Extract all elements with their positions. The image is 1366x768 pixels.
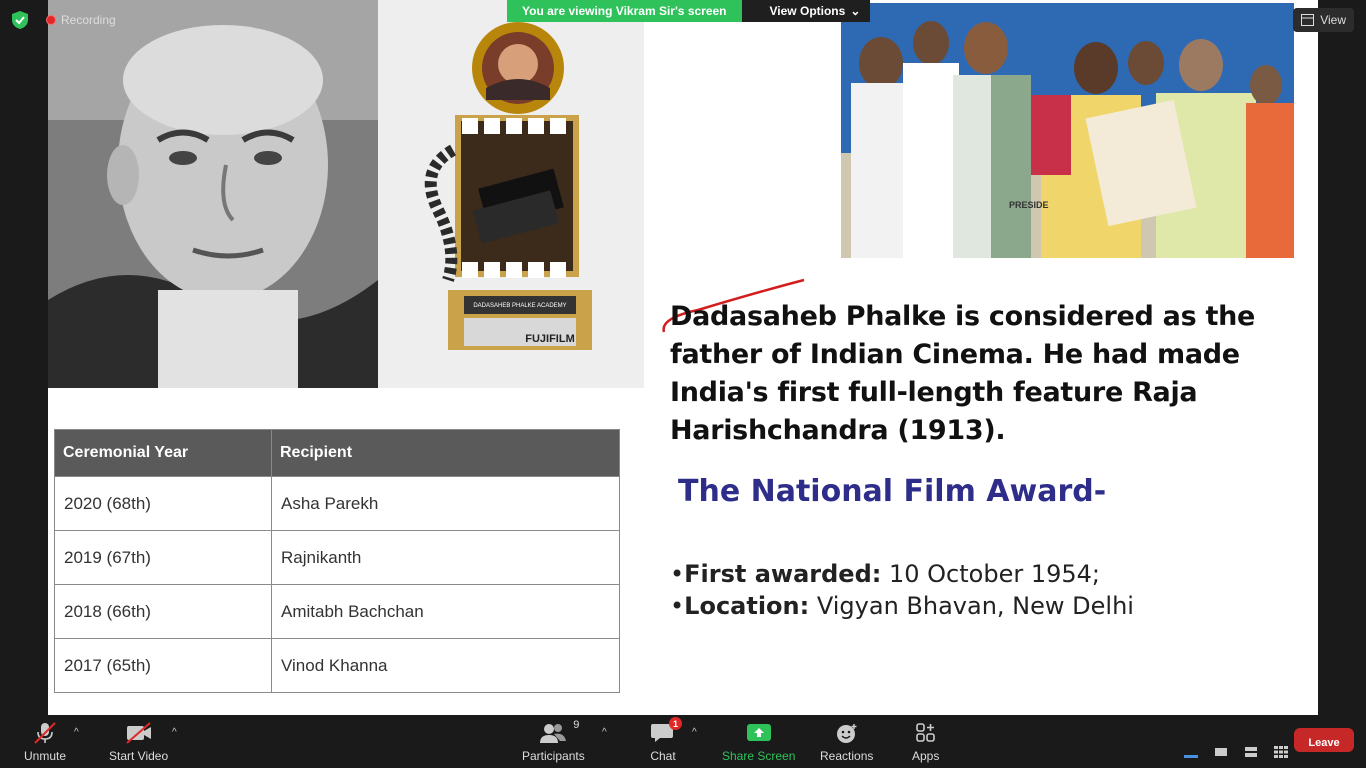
participants-icon: 9 xyxy=(539,719,579,745)
chat-unread-badge: 1 xyxy=(669,717,682,730)
award-facts: •First awarded: 10 October 1954; •Locati… xyxy=(670,558,1134,622)
cell-recipient: Rajnikanth xyxy=(271,530,620,585)
view-options-label: View Options xyxy=(769,4,846,18)
chat-button[interactable]: 1 Chat xyxy=(650,717,682,763)
fact-value: Vigyan Bhavan, New Delhi xyxy=(816,592,1134,620)
start-video-button[interactable]: Start Video xyxy=(109,721,168,763)
video-options-caret-icon[interactable]: ^ xyxy=(172,727,177,738)
chat-label: Chat xyxy=(650,749,676,763)
table-row: 2018 (66th) Amitabh Bachchan xyxy=(54,584,620,639)
recording-dot-icon xyxy=(46,15,56,25)
cell-recipient: Amitabh Bachchan xyxy=(271,584,620,639)
layout-switcher xyxy=(1184,746,1288,758)
table-row: 2020 (68th) Asha Parekh xyxy=(54,476,620,531)
intro-paragraph: Dadasaheb Phalke is considered as the fa… xyxy=(670,301,1256,446)
view-button[interactable]: View xyxy=(1293,8,1354,32)
leave-button[interactable]: Leave xyxy=(1294,728,1354,752)
table-row: 2019 (67th) Rajnikanth xyxy=(54,530,620,585)
cell-year: 2017 (65th) xyxy=(54,638,272,693)
ceremony-photo: PRESIDE xyxy=(841,3,1294,258)
split-layout-icon[interactable] xyxy=(1244,746,1258,758)
recipients-table: Ceremonial Year Recipient 2020 (68th) As… xyxy=(54,429,620,693)
viewing-banner: You are viewing Vikram Sir's screen View… xyxy=(507,0,871,22)
fact-first-awarded: •First awarded: 10 October 1954; xyxy=(670,560,1101,588)
unmute-label: Unmute xyxy=(24,749,67,763)
fact-label: First awarded: xyxy=(684,560,882,588)
speaker-layout-icon[interactable] xyxy=(1184,746,1198,758)
chat-icon: 1 xyxy=(650,717,682,745)
reactions-label: Reactions xyxy=(820,749,874,763)
gallery-layout-icon[interactable] xyxy=(1274,746,1288,758)
participants-caret-icon[interactable]: ^ xyxy=(602,727,607,738)
chat-caret-icon[interactable]: ^ xyxy=(692,727,697,738)
participants-label: Participants xyxy=(522,749,585,763)
cell-year: 2020 (68th) xyxy=(54,476,272,531)
table-header-row: Ceremonial Year Recipient xyxy=(54,429,620,477)
smiley-reaction-icon xyxy=(834,721,860,745)
single-layout-icon[interactable] xyxy=(1214,746,1228,758)
ceremony-sign-text: PRESIDE xyxy=(1009,200,1049,210)
cell-year: 2018 (66th) xyxy=(54,584,272,639)
grid-view-icon xyxy=(1301,14,1315,26)
unmute-button[interactable]: Unmute xyxy=(24,721,66,763)
recording-label: Recording xyxy=(61,13,116,27)
meeting-toolbar xyxy=(0,715,1366,768)
cell-year: 2019 (67th) xyxy=(54,530,272,585)
apps-button[interactable]: Apps xyxy=(912,721,939,763)
fact-location: •Location: Vigyan Bhavan, New Delhi xyxy=(670,592,1134,620)
cell-recipient: Vinod Khanna xyxy=(271,638,620,693)
viewing-text: You are viewing Vikram Sir's screen xyxy=(507,0,742,22)
security-shield-icon[interactable] xyxy=(10,10,30,30)
participants-count: 9 xyxy=(573,719,580,731)
video-off-icon xyxy=(124,721,154,745)
cell-recipient: Asha Parekh xyxy=(271,476,620,531)
audio-options-caret-icon[interactable]: ^ xyxy=(74,727,79,738)
table-row: 2017 (65th) Vinod Khanna xyxy=(54,638,620,693)
fact-label: Location: xyxy=(684,592,810,620)
share-screen-icon xyxy=(746,721,772,745)
fact-value: 10 October 1954; xyxy=(889,560,1101,588)
chevron-down-icon: ⌄ xyxy=(850,4,861,18)
column-header-year: Ceremonial Year xyxy=(54,429,272,477)
recording-indicator[interactable]: Recording xyxy=(46,12,116,28)
view-options-button[interactable]: View Options ⌄ xyxy=(741,0,871,22)
award-title: The National Film Award- xyxy=(678,474,1107,509)
portrait-photo xyxy=(48,0,378,388)
view-button-label: View xyxy=(1320,13,1346,27)
share-screen-button[interactable]: Share Screen xyxy=(722,721,795,763)
fujifilm-logo: FUJIFILM xyxy=(525,333,575,345)
apps-icon xyxy=(914,721,938,745)
muted-microphone-icon xyxy=(32,721,58,745)
trophy-photo: DADASAHEB PHALKE ACADEMY FUJIFILM xyxy=(378,0,644,388)
apps-label: Apps xyxy=(912,749,940,763)
share-screen-label: Share Screen xyxy=(722,749,796,763)
column-header-recipient: Recipient xyxy=(271,429,620,477)
participants-button[interactable]: 9 Participants xyxy=(522,719,585,763)
trophy-plaque-text: DADASAHEB PHALKE ACADEMY xyxy=(473,303,566,309)
reactions-button[interactable]: Reactions xyxy=(820,721,873,763)
shared-screen-slide: DADASAHEB PHALKE ACADEMY FUJIFILM PRESID… xyxy=(48,0,1318,715)
start-video-label: Start Video xyxy=(109,749,169,763)
